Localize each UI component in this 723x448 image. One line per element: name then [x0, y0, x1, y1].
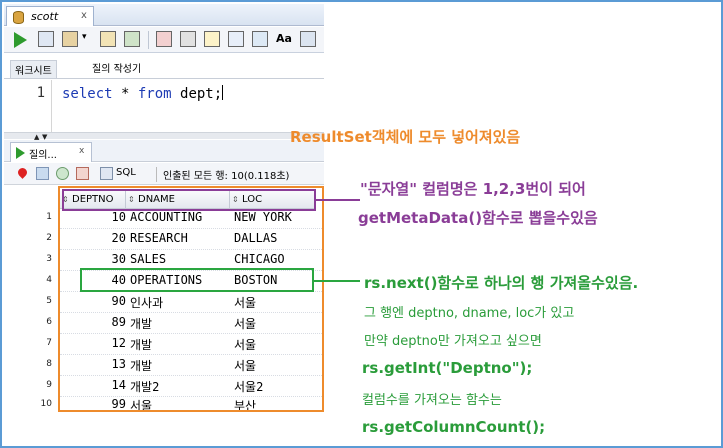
sql-history-icon[interactable] — [204, 31, 220, 47]
fetch-status: 인출된 모든 행: 10(0.118초) — [156, 167, 289, 182]
close-icon[interactable]: x — [81, 10, 87, 21]
play-icon — [16, 147, 25, 159]
refresh-icon[interactable] — [56, 167, 69, 180]
explain-plan-icon[interactable] — [100, 31, 116, 47]
result-tab-label: 질의... — [29, 150, 57, 161]
row-number: 4 — [46, 275, 52, 285]
pin-icon[interactable] — [16, 166, 29, 179]
annotation-rs-next: rs.next()함수로 하나의 행 가져올수있음. — [364, 274, 639, 292]
sql-icon[interactable] — [100, 167, 113, 180]
row-number: 1 — [46, 212, 52, 222]
annotation-getmetadata: getMetaData()함수로 뽑을수있음 — [358, 209, 598, 227]
run-script-icon[interactable] — [38, 31, 54, 47]
row-number: 5 — [46, 296, 52, 306]
row-number: 10 — [40, 399, 52, 409]
row-number: 2 — [46, 233, 52, 243]
annotation-getcolumncount: rs.getColumnCount(); — [362, 418, 546, 436]
unshared-sql-icon[interactable] — [228, 31, 244, 47]
editor-tab-bar: 워크시트 질의 작성기 — [4, 57, 324, 79]
rollback-icon[interactable] — [156, 31, 172, 47]
chevron-down-icon[interactable]: ▾ — [82, 32, 87, 42]
keyword-from: from — [137, 86, 172, 102]
annotation-getint: rs.getInt("Deptno"); — [362, 359, 533, 377]
tab-worksheet[interactable]: 워크시트 — [10, 60, 57, 78]
resultset-highlight-box — [58, 186, 324, 412]
sql-code[interactable]: select * from dept; — [62, 85, 224, 102]
connection-tab-title: scott — [31, 10, 59, 23]
print-icon[interactable] — [36, 167, 49, 180]
code-star: * — [112, 86, 138, 102]
close-icon[interactable]: x — [79, 146, 84, 156]
connection-tab[interactable]: scott x — [6, 6, 94, 26]
text-caret — [222, 85, 224, 100]
commit-icon[interactable] — [62, 31, 78, 47]
clear-icon[interactable] — [180, 31, 196, 47]
run-statement-icon[interactable] — [14, 32, 27, 48]
format-icon[interactable]: Aa — [276, 32, 292, 45]
annotation-resultset: ResultSet객체에 모두 넣어져있음 — [290, 128, 521, 146]
sql-label[interactable]: SQL — [116, 167, 136, 178]
annotation-colcount-desc: 컬럼수를 가져오는 함수는 — [362, 393, 502, 408]
annotation-column-names: "문자열" 컬럼명은 1,2,3번이 되어 — [360, 180, 586, 198]
results-toolbar: SQL 인출된 모든 행: 10(0.118초) — [4, 163, 324, 185]
metadata-connector-line — [316, 199, 360, 201]
toolbar-separator — [148, 31, 149, 49]
line-gutter: 1 — [4, 80, 52, 132]
panel-splitter[interactable]: ▲ ▼ — [4, 132, 324, 141]
row-number: 9 — [46, 380, 52, 390]
sql-editor[interactable]: 1 select * from dept; — [4, 80, 324, 132]
line-number: 1 — [36, 85, 45, 101]
autotrace-icon[interactable] — [124, 31, 140, 47]
worksheet-toolbar: ▾ Aa — [4, 27, 324, 53]
row-number: 7 — [46, 338, 52, 348]
next-connector-line — [314, 280, 360, 282]
row-highlight-box — [80, 268, 314, 292]
code-rest: dept; — [171, 86, 223, 102]
annotation-only-deptno: 만약 deptno만 가져오고 싶으면 — [364, 334, 542, 349]
find-icon[interactable] — [252, 31, 268, 47]
annotation-row-columns: 그 행엔 deptno, dname, loc가 있고 — [364, 306, 575, 321]
export-icon[interactable] — [76, 167, 89, 180]
results-tab-bar: 질의... x — [4, 140, 324, 162]
keyword-select: select — [62, 86, 113, 102]
column-header-highlight-box — [62, 189, 316, 211]
tab-query-result[interactable]: 질의... x — [10, 142, 92, 162]
tab-query-builder[interactable]: 질의 작성기 — [92, 60, 141, 75]
row-number: 8 — [46, 359, 52, 369]
row-number: 6 — [46, 317, 52, 327]
more-icon[interactable] — [300, 31, 316, 47]
row-number: 3 — [46, 254, 52, 264]
connection-tab-bar: scott x — [4, 4, 324, 26]
database-icon — [13, 11, 24, 24]
